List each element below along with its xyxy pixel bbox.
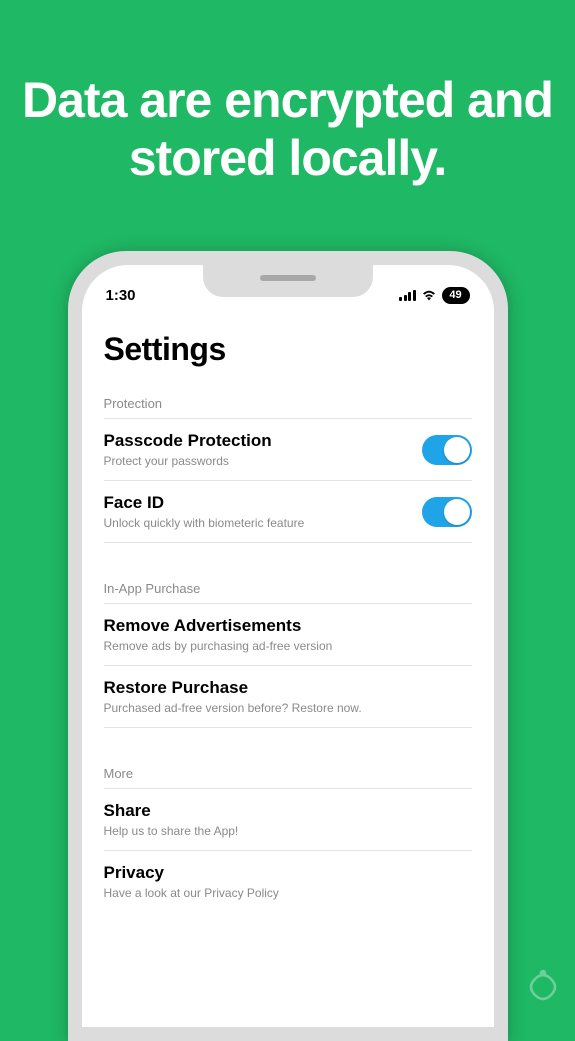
- watermark-icon: [517, 961, 569, 1013]
- row-subtitle: Purchased ad-free version before? Restor…: [104, 701, 472, 715]
- row-title: Face ID: [104, 493, 422, 513]
- settings-content: Settings Protection Passcode Protection …: [82, 311, 494, 912]
- row-share[interactable]: Share Help us to share the App!: [104, 789, 472, 851]
- row-title: Privacy: [104, 863, 472, 883]
- row-passcode-protection[interactable]: Passcode Protection Protect your passwor…: [104, 419, 472, 481]
- row-title: Restore Purchase: [104, 678, 472, 698]
- row-subtitle: Help us to share the App!: [104, 824, 472, 838]
- phone-mockup-frame: 1:30 49 Settings Protection Passcode Pro…: [68, 251, 508, 1041]
- status-time: 1:30: [106, 287, 136, 304]
- row-restore-purchase[interactable]: Restore Purchase Purchased ad-free versi…: [104, 666, 472, 728]
- section-header-iap: In-App Purchase: [104, 581, 472, 604]
- promo-headline: Data are encrypted and stored locally.: [0, 0, 575, 187]
- row-title: Remove Advertisements: [104, 616, 472, 636]
- row-privacy[interactable]: Privacy Have a look at our Privacy Polic…: [104, 851, 472, 912]
- battery-level: 49: [442, 287, 470, 304]
- page-title: Settings: [104, 331, 472, 368]
- wifi-icon: [421, 289, 437, 301]
- cellular-signal-icon: [399, 290, 416, 301]
- phone-notch: [203, 265, 373, 297]
- section-header-protection: Protection: [104, 396, 472, 419]
- row-title: Share: [104, 801, 472, 821]
- status-indicators: 49: [399, 287, 470, 304]
- toggle-passcode[interactable]: [422, 435, 472, 465]
- row-subtitle: Protect your passwords: [104, 454, 422, 468]
- toggle-faceid[interactable]: [422, 497, 472, 527]
- row-subtitle: Remove ads by purchasing ad-free version: [104, 639, 472, 653]
- row-subtitle: Have a look at our Privacy Policy: [104, 886, 472, 900]
- section-header-more: More: [104, 766, 472, 789]
- row-title: Passcode Protection: [104, 431, 422, 451]
- phone-screen: 1:30 49 Settings Protection Passcode Pro…: [82, 265, 494, 1027]
- row-subtitle: Unlock quickly with biometeric feature: [104, 516, 422, 530]
- row-remove-ads[interactable]: Remove Advertisements Remove ads by purc…: [104, 604, 472, 666]
- row-face-id[interactable]: Face ID Unlock quickly with biometeric f…: [104, 481, 472, 543]
